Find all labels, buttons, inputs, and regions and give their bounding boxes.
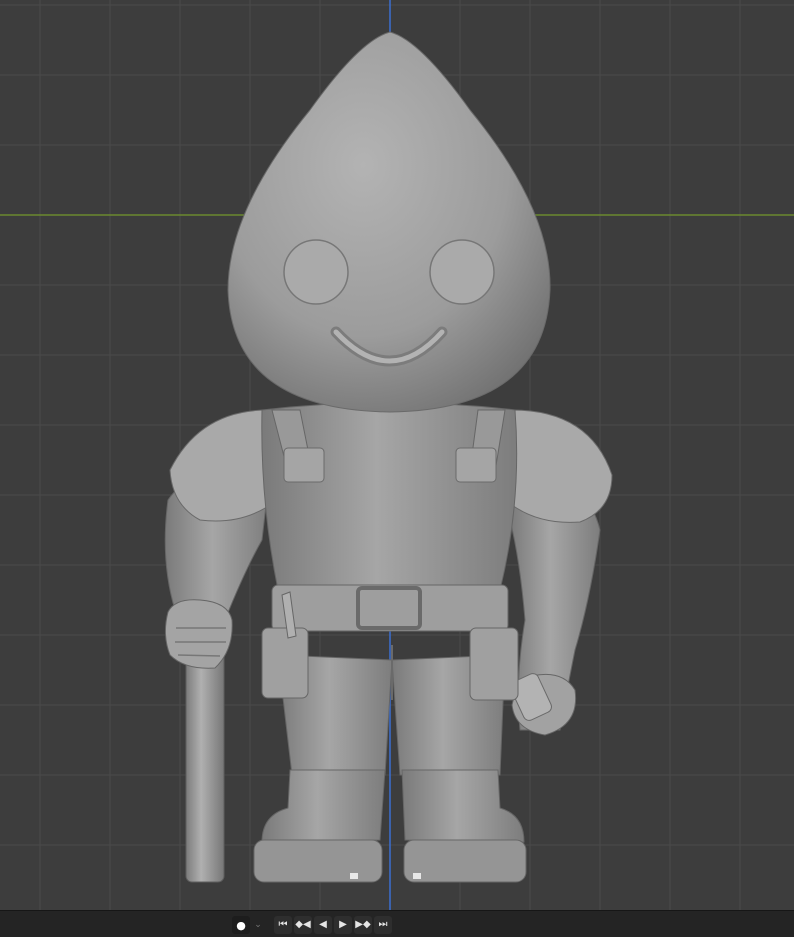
- left-buckle: [283, 447, 325, 483]
- right-sole: [403, 839, 527, 883]
- left-tool-pouch: [261, 627, 309, 699]
- left-sole: [253, 839, 383, 883]
- 3d-viewport[interactable]: [0, 0, 794, 910]
- left-hand: [164, 599, 233, 669]
- keyframe-dot-icon[interactable]: ●: [232, 916, 250, 934]
- right-eye: [429, 239, 495, 305]
- belt: [271, 584, 509, 632]
- right-boot: [401, 769, 525, 843]
- left-eye: [283, 239, 349, 305]
- play-reverse-icon[interactable]: ◀: [314, 916, 332, 934]
- right-tool-pouch: [469, 627, 519, 701]
- play-icon[interactable]: ▶: [334, 916, 352, 934]
- left-sleeve: [169, 409, 271, 522]
- keying-dropdown-icon[interactable]: ⌄: [252, 916, 264, 934]
- right-buckle: [455, 447, 497, 483]
- jump-to-prev-keyframe-icon[interactable]: ◆◀: [294, 916, 312, 934]
- left-boot: [261, 769, 386, 843]
- jump-to-start-icon[interactable]: ⏮: [274, 916, 292, 934]
- right-sleeve: [511, 409, 613, 523]
- jump-to-end-icon[interactable]: ⏭: [374, 916, 392, 934]
- playback-controls: ● ⌄ ⏮ ◆◀ ◀ ▶ ▶◆ ⏭: [232, 916, 392, 934]
- timeline-bar: ● ⌄ ⏮ ◆◀ ◀ ▶ ▶◆ ⏭: [0, 910, 794, 937]
- droplet-head: [227, 31, 551, 413]
- jump-to-next-keyframe-icon[interactable]: ▶◆: [354, 916, 372, 934]
- character-model[interactable]: [0, 0, 794, 910]
